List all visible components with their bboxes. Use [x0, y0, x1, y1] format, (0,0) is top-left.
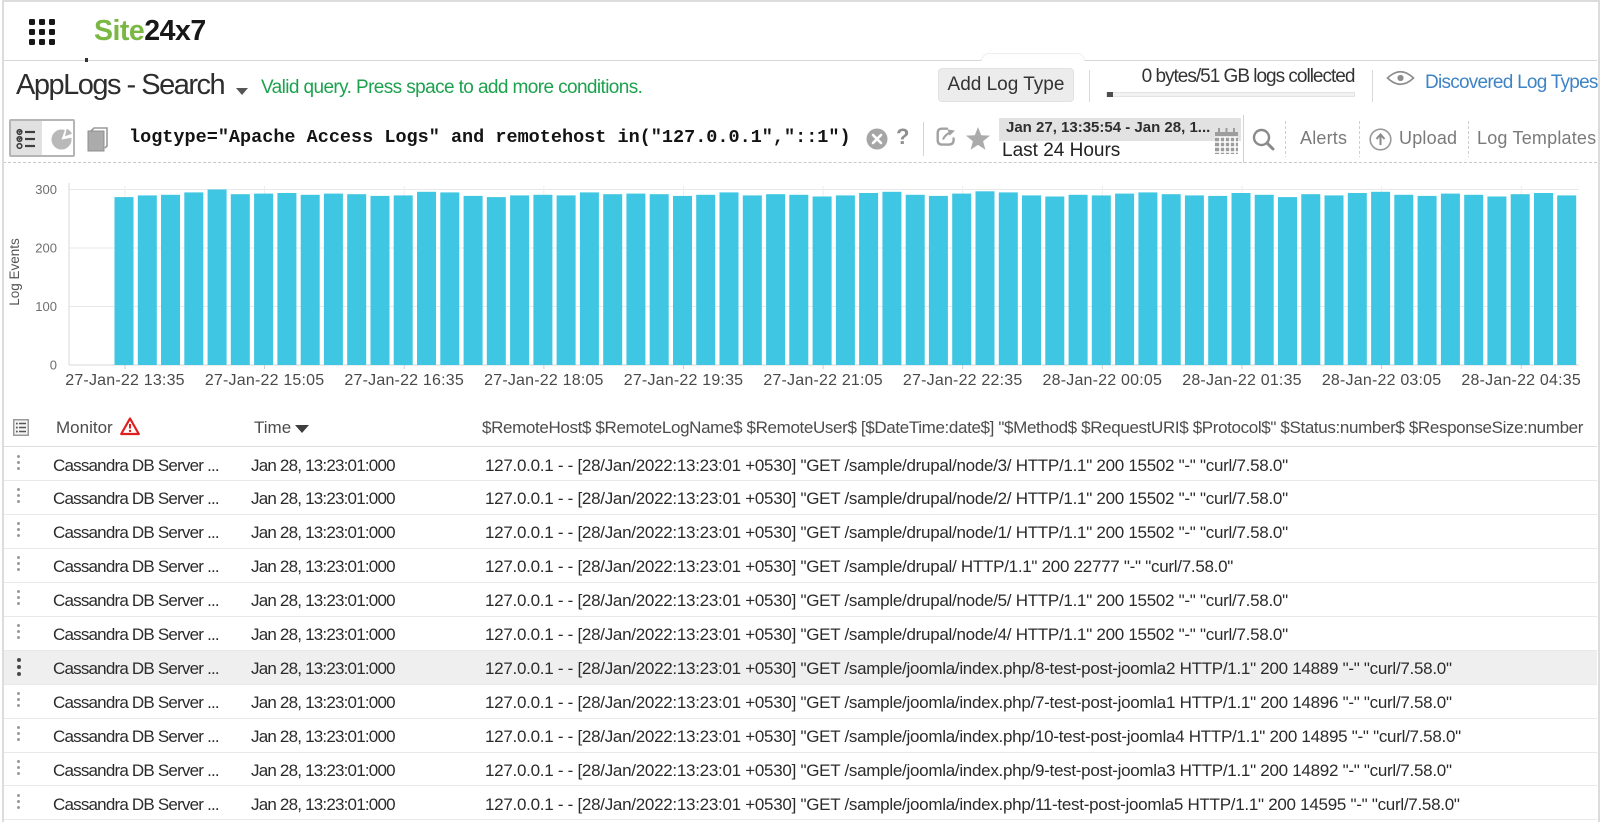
svg-text:28-Jan-22 01:35: 28-Jan-22 01:35 — [1182, 372, 1302, 389]
svg-text:27-Jan-22 22:35: 27-Jan-22 22:35 — [903, 372, 1023, 389]
svg-text:27-Jan-22 21:05: 27-Jan-22 21:05 — [763, 372, 883, 389]
svg-text:27-Jan-22 16:35: 27-Jan-22 16:35 — [344, 372, 464, 389]
svg-text:200: 200 — [35, 241, 57, 256]
svg-text:Log Events: Log Events — [7, 238, 22, 306]
svg-text:27-Jan-22 18:05: 27-Jan-22 18:05 — [484, 372, 604, 389]
svg-text:300: 300 — [35, 182, 57, 197]
svg-text:27-Jan-22 19:35: 27-Jan-22 19:35 — [624, 372, 744, 389]
svg-text:0: 0 — [50, 358, 57, 373]
svg-text:28-Jan-22 04:35: 28-Jan-22 04:35 — [1461, 372, 1581, 389]
svg-text:100: 100 — [35, 299, 57, 314]
svg-text:27-Jan-22 13:35: 27-Jan-22 13:35 — [65, 372, 185, 389]
svg-text:27-Jan-22 15:05: 27-Jan-22 15:05 — [205, 372, 325, 389]
svg-text:28-Jan-22 00:05: 28-Jan-22 00:05 — [1043, 372, 1163, 389]
svg-text:28-Jan-22 03:05: 28-Jan-22 03:05 — [1322, 372, 1442, 389]
